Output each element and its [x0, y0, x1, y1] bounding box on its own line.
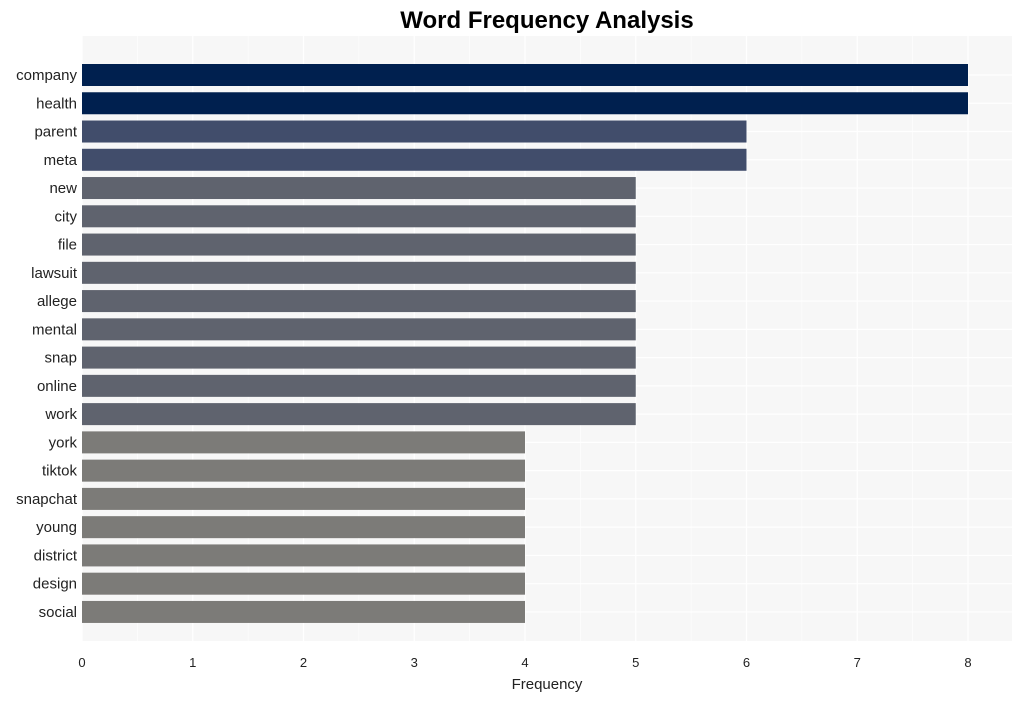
category-label-allege: allege [37, 293, 77, 310]
category-label-meta: meta [44, 152, 78, 169]
category-label-company: company [16, 67, 77, 84]
bar-tiktok [82, 459, 525, 482]
x-tick-label: 4 [521, 655, 528, 670]
bar-company [82, 64, 968, 86]
x-tick-label: 1 [189, 655, 196, 670]
category-label-york: york [49, 434, 78, 451]
bar-city [82, 205, 636, 228]
category-label-young: young [36, 519, 77, 536]
category-label-city: city [55, 208, 78, 225]
bar-chart: company health parent meta new city file lawsui… [16, 7, 1012, 693]
category-label-parent: parent [34, 124, 77, 141]
category-label-work: work [44, 406, 77, 423]
x-tick-label: 0 [78, 655, 85, 670]
bar-allege [82, 290, 636, 313]
x-tick-label: 5 [632, 655, 639, 670]
bar-young [82, 516, 525, 539]
bar-health [82, 92, 968, 115]
bar-york [82, 431, 525, 454]
x-tick-label: 8 [964, 655, 971, 670]
bar-district [82, 544, 525, 567]
bar-snapchat [82, 487, 525, 510]
bar-design [82, 572, 525, 595]
bar-meta [82, 148, 747, 171]
category-label-mental: mental [32, 321, 77, 338]
bar-lawsuit [82, 261, 636, 284]
bar-work [82, 403, 636, 426]
category-label-health: health [36, 95, 77, 112]
category-label-lawsuit: lawsuit [31, 265, 78, 282]
x-axis-label: Frequency [512, 676, 583, 693]
x-tick-label: 2 [300, 655, 307, 670]
bar-mental [82, 318, 636, 341]
bar-new [82, 177, 636, 200]
category-label-district: district [34, 547, 78, 564]
category-labels: company health parent meta new city file lawsui… [16, 67, 78, 621]
x-tick-label: 3 [411, 655, 418, 670]
category-label-new: new [49, 180, 77, 197]
x-tick-label: 7 [854, 655, 861, 670]
category-label-tiktok: tiktok [42, 463, 78, 480]
category-label-online: online [37, 378, 77, 395]
category-label-snapchat: snapchat [16, 491, 78, 508]
bar-online [82, 374, 636, 397]
bar-file [82, 233, 636, 256]
category-label-snap: snap [44, 350, 77, 367]
bar-snap [82, 346, 636, 369]
x-tick-label: 6 [743, 655, 750, 670]
category-label-design: design [33, 576, 77, 593]
chart-title: Word Frequency Analysis [400, 7, 693, 34]
category-label-social: social [39, 604, 77, 621]
category-label-file: file [58, 237, 77, 254]
bar-parent [82, 120, 747, 143]
bar-social [82, 600, 525, 623]
x-tick-labels: 0 1 2 3 4 5 6 7 8 [78, 655, 971, 670]
